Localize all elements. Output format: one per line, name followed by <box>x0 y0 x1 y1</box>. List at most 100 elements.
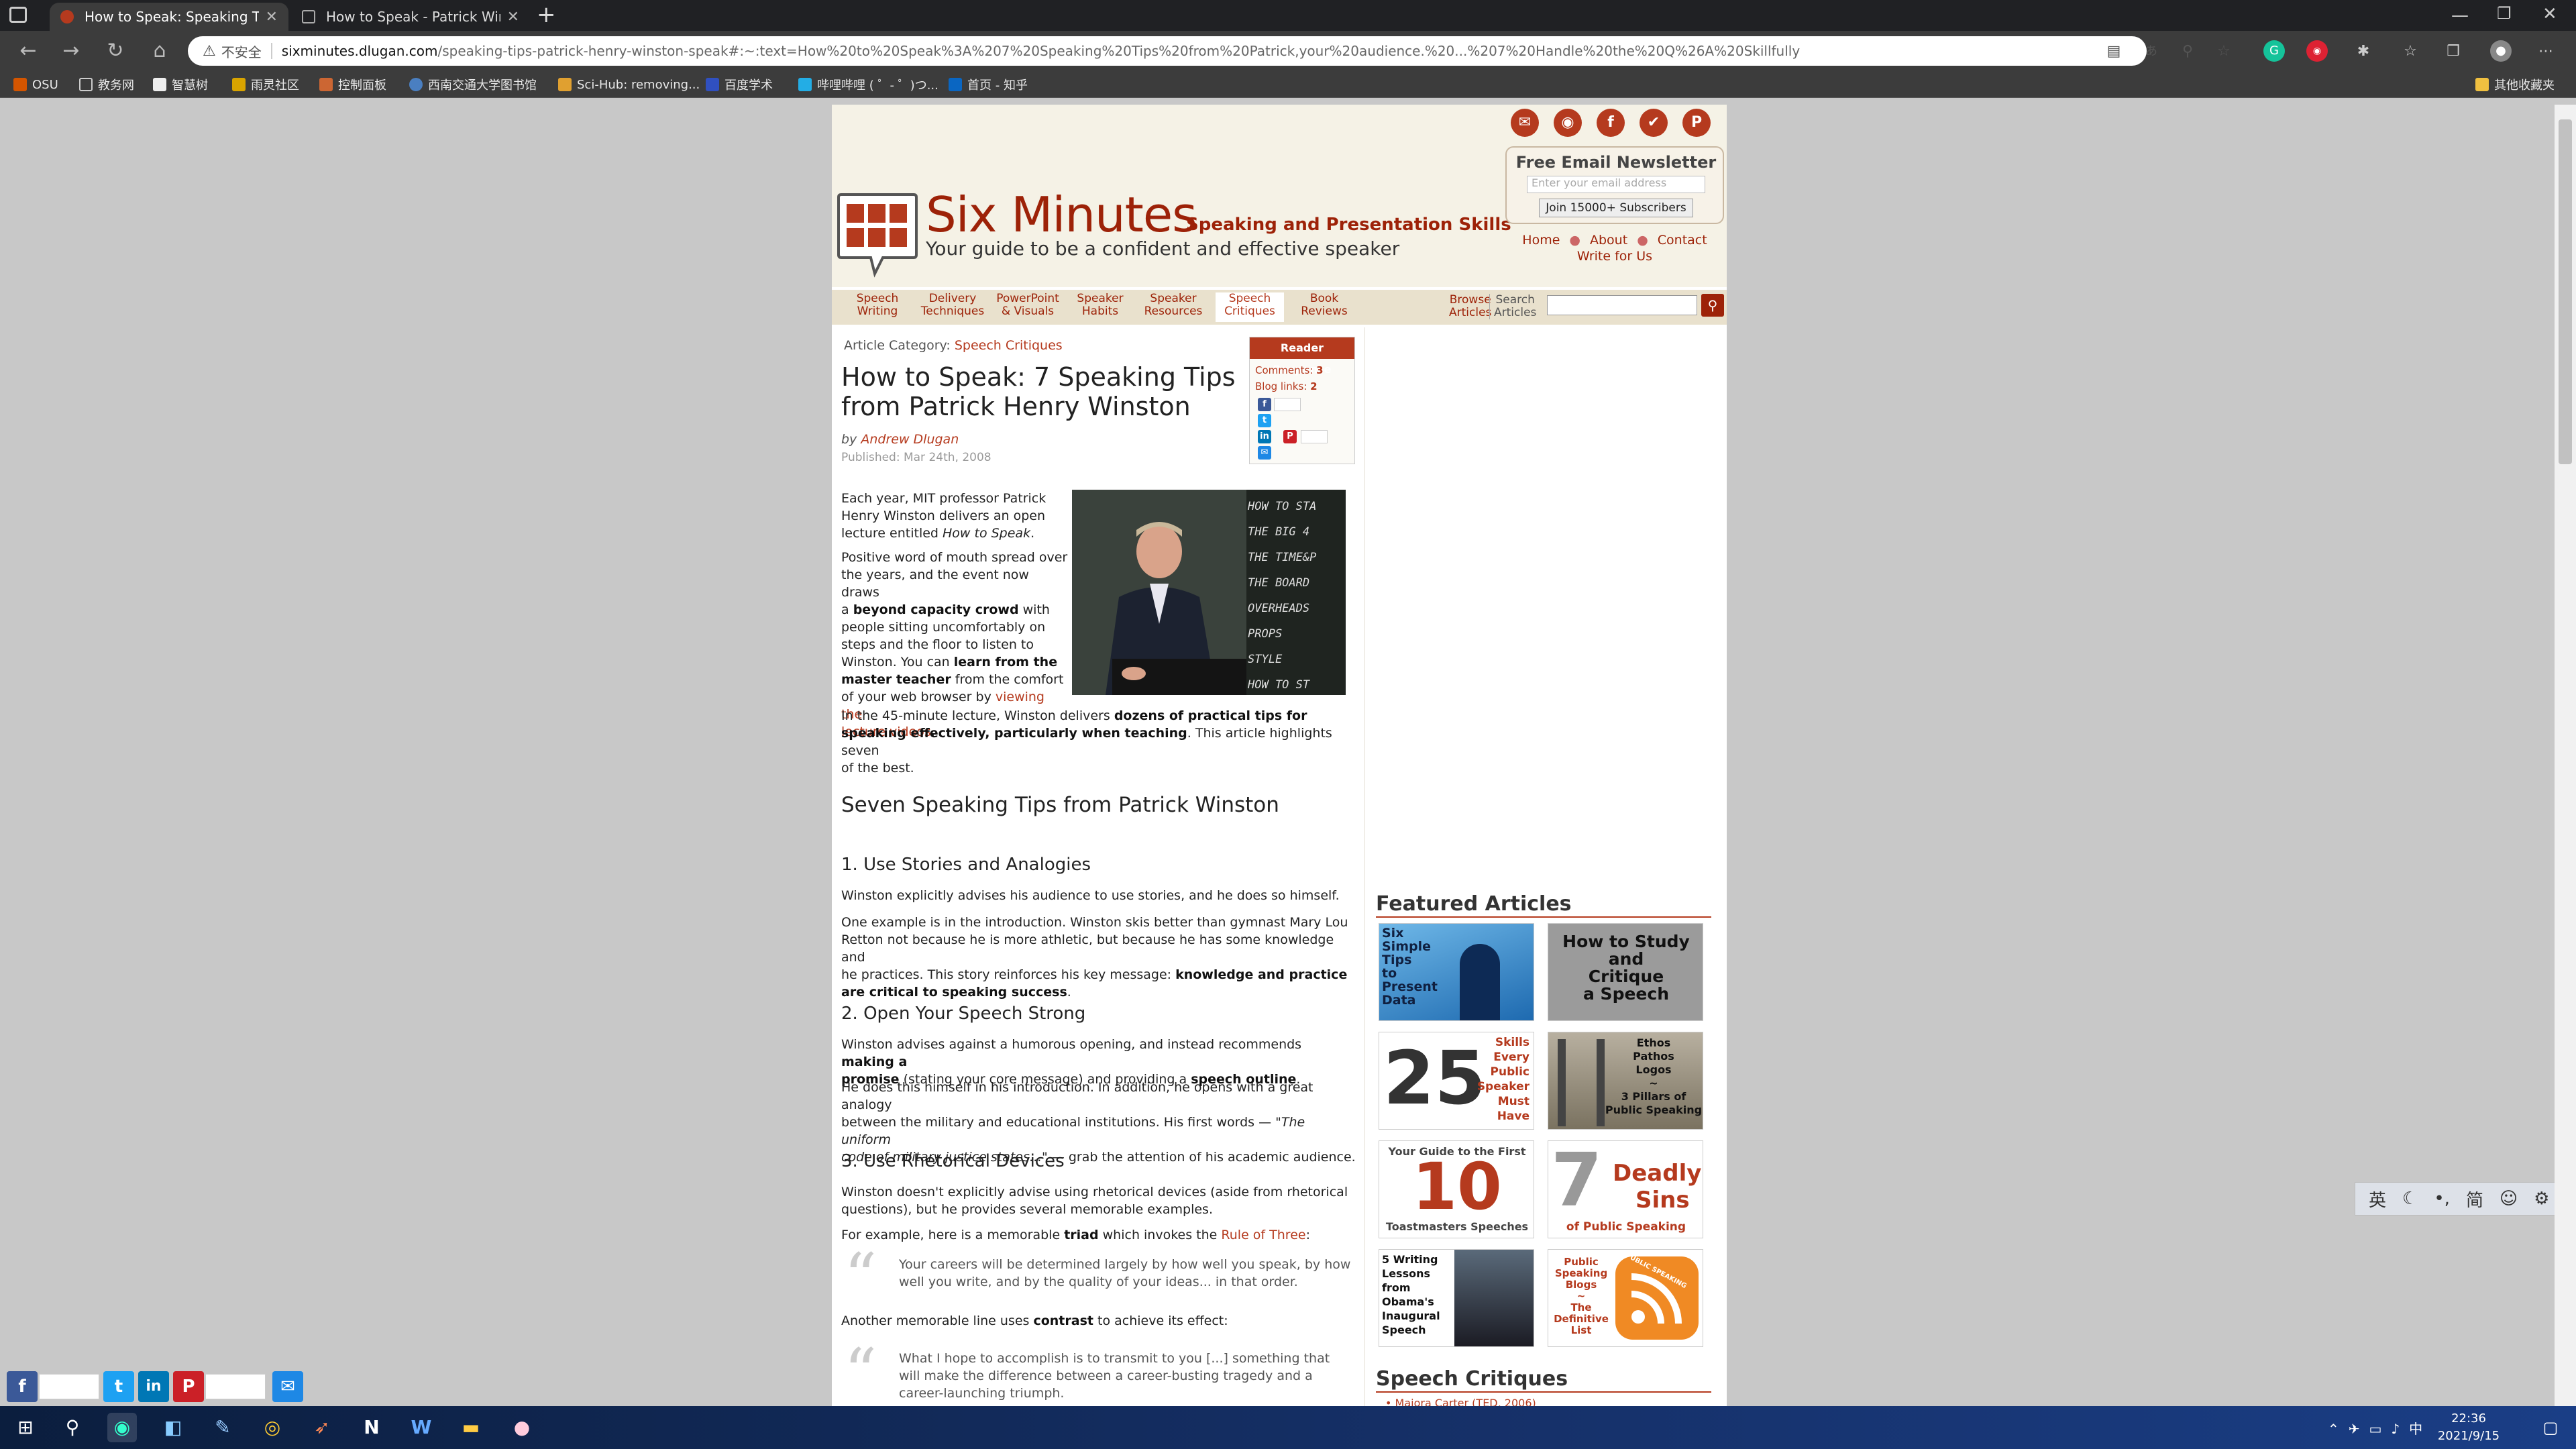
featured-7-deadly-sins[interactable]: 7 Deadly Sins of Public Speaking <box>1548 1140 1703 1238</box>
close-window-icon[interactable]: ✕ <box>2542 4 2557 24</box>
menu-powerpoint-visuals[interactable]: PowerPoint & Visuals <box>993 292 1063 322</box>
punctuation-icon[interactable]: •, <box>2434 1189 2450 1209</box>
email-share-icon[interactable]: ✉ <box>272 1371 303 1402</box>
featured-obama-writing-lessons[interactable]: 5 Writing Lessons from Obama's Inaugural Spee… <box>1379 1249 1534 1347</box>
close-tab-icon[interactable]: ✕ <box>507 9 519 25</box>
bookmark-bilibili[interactable]: 哔哩哔哩 ( ゜- ゜)つ... <box>798 75 938 94</box>
restore-window-icon[interactable]: ❐ <box>2497 4 2512 23</box>
taskbar-clock[interactable]: 22:36 2021/9/15 <box>2428 1410 2509 1445</box>
category-link[interactable]: Speech Critiques <box>955 338 1063 353</box>
word-icon[interactable]: W <box>407 1413 436 1442</box>
menu-speaker-habits[interactable]: Speaker Habits <box>1068 292 1132 322</box>
bookmark-jiaowu[interactable]: 教务网 <box>79 75 134 94</box>
search-input[interactable] <box>1547 295 1697 315</box>
comments-count[interactable]: Comments: 3 <box>1255 364 1324 376</box>
ime-simplified-toggle[interactable]: 简 <box>2466 1187 2483 1212</box>
pinterest-social-icon[interactable]: P <box>1682 109 1711 137</box>
forward-arrow-icon[interactable]: → <box>56 36 86 66</box>
featured-study-critique[interactable]: How to Study and Critique a Speech <box>1548 923 1703 1021</box>
emoji-icon[interactable]: ☺ <box>2500 1189 2518 1209</box>
featured-public-speaking-blogs[interactable]: Public Speaking Blogs ~ The Definitive List PU… <box>1548 1249 1703 1347</box>
twitter-share-icon[interactable]: t <box>103 1371 134 1402</box>
site-title[interactable]: Six Minutes <box>926 186 1197 243</box>
red-extension-icon[interactable]: ◉ <box>2306 40 2328 62</box>
linkedin-share-icon[interactable]: in <box>138 1371 169 1402</box>
file-explorer-icon[interactable]: ▬ <box>456 1413 486 1442</box>
extensions-puzzle-icon[interactable]: ✱ <box>2353 42 2373 62</box>
system-tray-icons[interactable]: ⌃✈▭♪中 <box>2328 1418 2432 1438</box>
pinterest-share-icon[interactable]: P <box>1283 430 1297 443</box>
bookmark-control-panel[interactable]: 控制面板 <box>319 75 386 94</box>
arrow-app-icon[interactable]: ➶ <box>307 1413 337 1442</box>
tab-how-to-speak-tips[interactable]: How to Speak: Speaking Tips fro... ✕ <box>50 3 288 31</box>
browse-articles-link[interactable]: Browse Articles <box>1449 294 1491 319</box>
bookmark-zhihu[interactable]: 首页 - 知乎 <box>949 75 1028 94</box>
featured-first-10-toastmasters[interactable]: Your Guide to the First 10 Toastmasters … <box>1379 1140 1534 1238</box>
bookmark-osu[interactable]: OSU <box>13 75 58 94</box>
chrome-icon[interactable]: ◎ <box>258 1413 287 1442</box>
bookmark-yuling[interactable]: 雨灵社区 <box>232 75 299 94</box>
close-tab-icon[interactable]: ✕ <box>266 9 278 25</box>
scrollbar-thumb[interactable] <box>2559 119 2572 464</box>
ime-language-toggle[interactable]: 英 <box>2369 1187 2386 1212</box>
email-share-icon[interactable]: ✉ <box>1258 446 1271 460</box>
bookmark-other-favorites[interactable]: 其他收藏夹 <box>2475 75 2555 94</box>
bookmark-swjtu-library[interactable]: 西南交通大学图书馆 <box>409 75 537 94</box>
critique-link-majora-carter[interactable]: • Majora Carter (TED, 2006) <box>1385 1397 1536 1406</box>
six-minutes-logo[interactable] <box>836 191 919 278</box>
email-social-icon[interactable]: ✉ <box>1511 109 1539 137</box>
rss-social-icon[interactable]: ◉ <box>1554 109 1582 137</box>
facebook-social-icon[interactable]: f <box>1597 109 1625 137</box>
search-icon[interactable]: ⚲ <box>1701 294 1724 317</box>
contact-link[interactable]: Contact <box>1658 233 1707 248</box>
page-scrollbar[interactable] <box>2555 105 2576 1406</box>
tab-actions-icon[interactable] <box>9 7 27 23</box>
menu-speaker-resources[interactable]: Speaker Resources <box>1138 292 1209 322</box>
moon-icon[interactable]: ☾ <box>2402 1189 2418 1209</box>
more-menu-icon[interactable]: ⋯ <box>2536 42 2556 62</box>
new-tab-button[interactable]: + <box>537 1 556 28</box>
author-link[interactable]: Andrew Dlugan <box>861 432 959 447</box>
about-link[interactable]: About <box>1590 233 1627 248</box>
home-icon[interactable]: ⌂ <box>145 36 174 66</box>
featured-six-tips-data[interactable]: Six Simple Tips to Present Data <box>1379 923 1534 1021</box>
twitter-social-icon[interactable]: ✔ <box>1640 109 1668 137</box>
featured-ethos-pathos-logos[interactable]: Ethos Pathos Logos ~3 Pillars of Public Spea… <box>1548 1032 1703 1130</box>
search-icon[interactable]: ⚲ <box>58 1413 87 1442</box>
featured-25-skills[interactable]: 25 Skills Every Public Speaker Must Have <box>1379 1032 1534 1130</box>
zoom-icon[interactable]: ⚲ <box>2178 42 2198 62</box>
minimize-window-icon[interactable]: — <box>2451 5 2469 25</box>
write-for-us-link[interactable]: Write for Us <box>1577 249 1652 264</box>
translate-icon[interactable]: あ <box>2141 42 2161 62</box>
menu-speech-writing[interactable]: Speech Writing <box>845 292 910 322</box>
pinterest-share-icon[interactable]: P <box>173 1371 204 1402</box>
notion-icon[interactable]: N <box>357 1413 386 1442</box>
tab-patrick-winston[interactable]: How to Speak - Patrick Winston ✕ <box>291 3 530 31</box>
favorites-icon[interactable]: ☆ <box>2400 42 2420 62</box>
newsletter-join-button[interactable]: Join 15000+ Subscribers <box>1539 199 1693 217</box>
grammarly-extension-icon[interactable]: G <box>2263 40 2285 62</box>
bookmark-zhihuishu[interactable]: 智慧树 <box>153 75 208 94</box>
facebook-share-icon[interactable]: f <box>1258 398 1271 411</box>
linkedin-share-icon[interactable]: in <box>1258 430 1271 443</box>
collections-icon[interactable]: ❒ <box>2443 42 2463 62</box>
url-bar[interactable]: ⚠ 不安全 sixminutes.dlugan.com /speaking-ti… <box>188 36 2147 66</box>
back-arrow-icon[interactable]: ← <box>13 36 43 66</box>
menu-speech-critiques[interactable]: Speech Critiques <box>1216 292 1284 322</box>
facebook-share-icon[interactable]: f <box>7 1371 38 1402</box>
twitter-share-icon[interactable]: t <box>1258 414 1271 427</box>
reader-mode-icon[interactable]: ▤ <box>2104 42 2124 62</box>
menu-delivery-techniques[interactable]: Delivery Techniques <box>919 292 986 322</box>
avatar-app-icon[interactable]: ● <box>507 1413 537 1442</box>
notifications-icon[interactable]: ▢ <box>2536 1413 2565 1442</box>
bookmark-baidu-scholar[interactable]: 百度学术 <box>706 75 773 94</box>
windows-start-icon[interactable]: ⊞ <box>11 1413 40 1442</box>
home-link[interactable]: Home <box>1522 233 1560 248</box>
favorite-star-icon[interactable]: ☆ <box>2214 42 2234 62</box>
profile-avatar[interactable]: ● <box>2490 40 2512 62</box>
rule-of-three-link[interactable]: Rule of Three <box>1221 1228 1305 1242</box>
translator-app-icon[interactable]: ◧ <box>158 1413 188 1442</box>
edge-browser-icon[interactable]: ◉ <box>107 1413 137 1442</box>
menu-book-reviews[interactable]: Book Reviews <box>1292 292 1356 322</box>
newsletter-email-input[interactable]: Enter your email address <box>1527 176 1705 193</box>
